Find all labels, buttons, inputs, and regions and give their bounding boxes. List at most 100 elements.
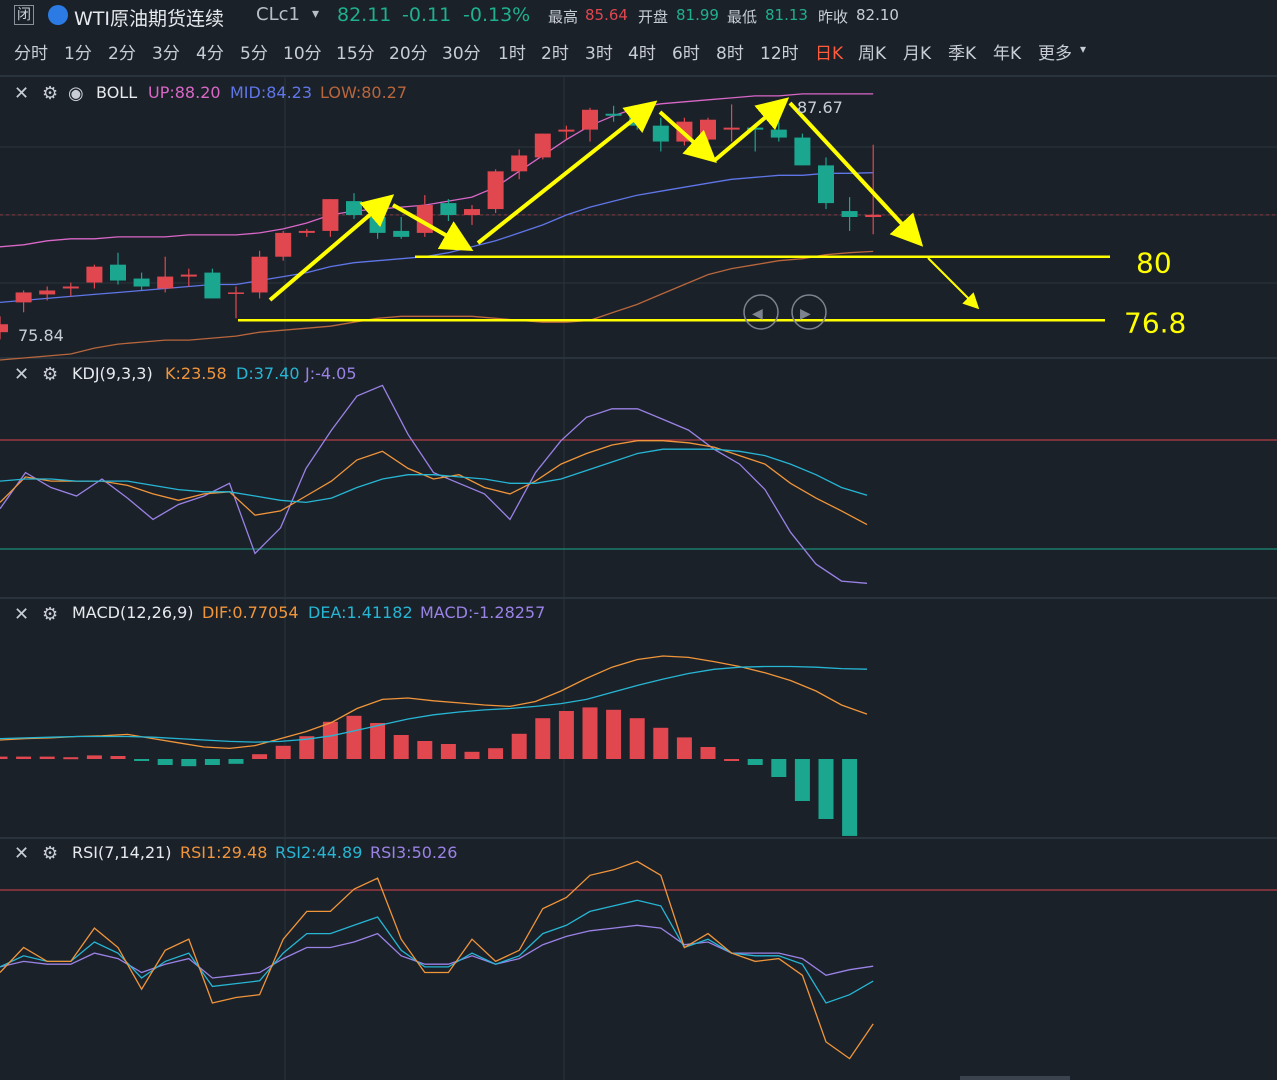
macd-bar-21 [488,748,504,759]
chart-canvas: 80 76.8 ✕ ⚙ ◉ BOLL UP:88.20 MID:84.23 LOW:80.27 8… [0,75,1277,1080]
candle-body-14 [322,199,339,231]
kdj-j-value: J:-4.05 [304,364,357,383]
candle-body-22 [511,155,528,172]
macd-dea-value: DEA:1.41182 [308,603,413,622]
close-panel-icon[interactable]: ✕ [14,83,29,104]
macd-hist-value: MACD:-1.28257 [420,603,545,622]
kdj-d-line [0,448,868,504]
kdj-k-value: K:23.58 [165,364,227,383]
candle-body-21 [487,171,504,210]
candle-body-3 [62,286,79,289]
candle-body-1 [15,292,32,303]
trend-arrow-4 [713,97,790,162]
gear-icon[interactable]: ⚙ [42,83,58,104]
macd-dif-line [0,655,868,750]
macd-bar-10 [228,759,244,764]
candle-body-8 [180,274,197,277]
macd-bar-24 [558,711,574,759]
boll-low-value: LOW:80.27 [320,83,407,102]
rsi1-line [0,860,874,1060]
macd-bar-25 [582,707,598,759]
boll-up-value: UP:88.20 [148,83,221,102]
macd-bar-4 [86,755,102,759]
macd-bar-14 [322,721,338,759]
candle-body-12 [275,232,292,257]
boll-up-line [0,93,874,248]
macd-bar-32 [747,759,763,765]
macd-bar-3 [63,757,79,760]
macd-bar-23 [535,718,551,759]
candle-body-28 [652,125,669,142]
candle-body-24 [558,129,575,132]
macd-bar-18 [417,741,433,759]
candle-body-10 [228,292,244,294]
macd-bar-29 [676,737,692,759]
candle-body-25 [582,109,598,130]
candle-body-33 [770,129,787,138]
max-price-label: 87.67 [797,98,843,117]
rsi2-value: RSI2:44.89 [275,843,362,862]
macd-bar-9 [204,759,220,765]
eye-icon[interactable]: ◉ [68,83,84,104]
macd-dif-value: DIF:0.77054 [202,603,299,622]
macd-bar-17 [393,735,409,759]
candle-body-35 [818,165,834,204]
candle-body-31 [723,127,740,130]
candle-body-11 [251,256,268,293]
macd-gear-icon[interactable]: ⚙ [42,604,58,625]
candle-body-30 [700,119,716,140]
kdj-title: KDJ(9,3,3) [72,364,153,383]
rsi-gear-icon[interactable]: ⚙ [42,843,58,864]
kdj-j-line [0,384,868,584]
kdj-k-line [0,440,868,526]
candle-body-6 [133,278,150,287]
kdj-gear-icon[interactable]: ⚙ [42,364,58,385]
support-label-80: 80 [1136,247,1172,280]
close-rsi-icon[interactable]: ✕ [14,843,29,864]
rsi3-value: RSI3:50.26 [370,843,457,862]
candle-body-0 [0,324,8,333]
macd-bar-36 [842,759,858,836]
macd-bar-20 [464,751,480,759]
macd-bar-30 [700,747,716,759]
boll-low-line [0,250,874,361]
macd-bar-22 [511,733,527,759]
skip-forward-icon: ▶ [800,306,811,322]
candle-body-26 [605,113,622,116]
macd-bar-15 [346,715,362,759]
macd-bar-7 [157,759,173,765]
boll-mid-value: MID:84.23 [230,83,312,102]
candle-body-23 [534,133,551,158]
kdj-d-value: D:37.40 [236,364,300,383]
macd-bar-2 [39,756,55,759]
close-macd-icon[interactable]: ✕ [14,604,29,625]
rsi-title: RSI(7,14,21) [72,843,172,862]
support-label-76-8: 76.8 [1124,306,1186,339]
candle-body-5 [110,264,126,281]
macd-bar-35 [818,759,834,819]
candle-body-9 [204,272,221,299]
candle-body-16 [369,217,386,233]
macd-bar-16 [370,723,386,759]
macd-bar-28 [653,727,669,759]
boll-title: BOLL [96,83,137,102]
candle-body-36 [841,211,858,217]
candle-body-7 [157,276,174,289]
candle-body-37 [865,214,882,217]
macd-title: MACD(12,26,9) [72,603,194,622]
close-kdj-icon[interactable]: ✕ [14,364,29,385]
horizontal-scrollbar[interactable] [960,1076,1070,1080]
candle-body-20 [464,209,480,216]
macd-bar-33 [771,759,787,777]
macd-bar-34 [794,759,810,801]
candle-body-13 [298,230,315,233]
macd-bar-27 [629,718,645,759]
rsi2-line [0,899,874,1004]
trend-arrow-6 [927,257,980,310]
candle-body-17 [393,230,410,237]
rsi1-value: RSI1:29.48 [180,843,267,862]
macd-dea-line [0,665,868,743]
trend-arrow-5 [788,101,924,247]
skip-back-icon: ◀ [752,306,763,322]
macd-bar-6 [134,759,150,761]
